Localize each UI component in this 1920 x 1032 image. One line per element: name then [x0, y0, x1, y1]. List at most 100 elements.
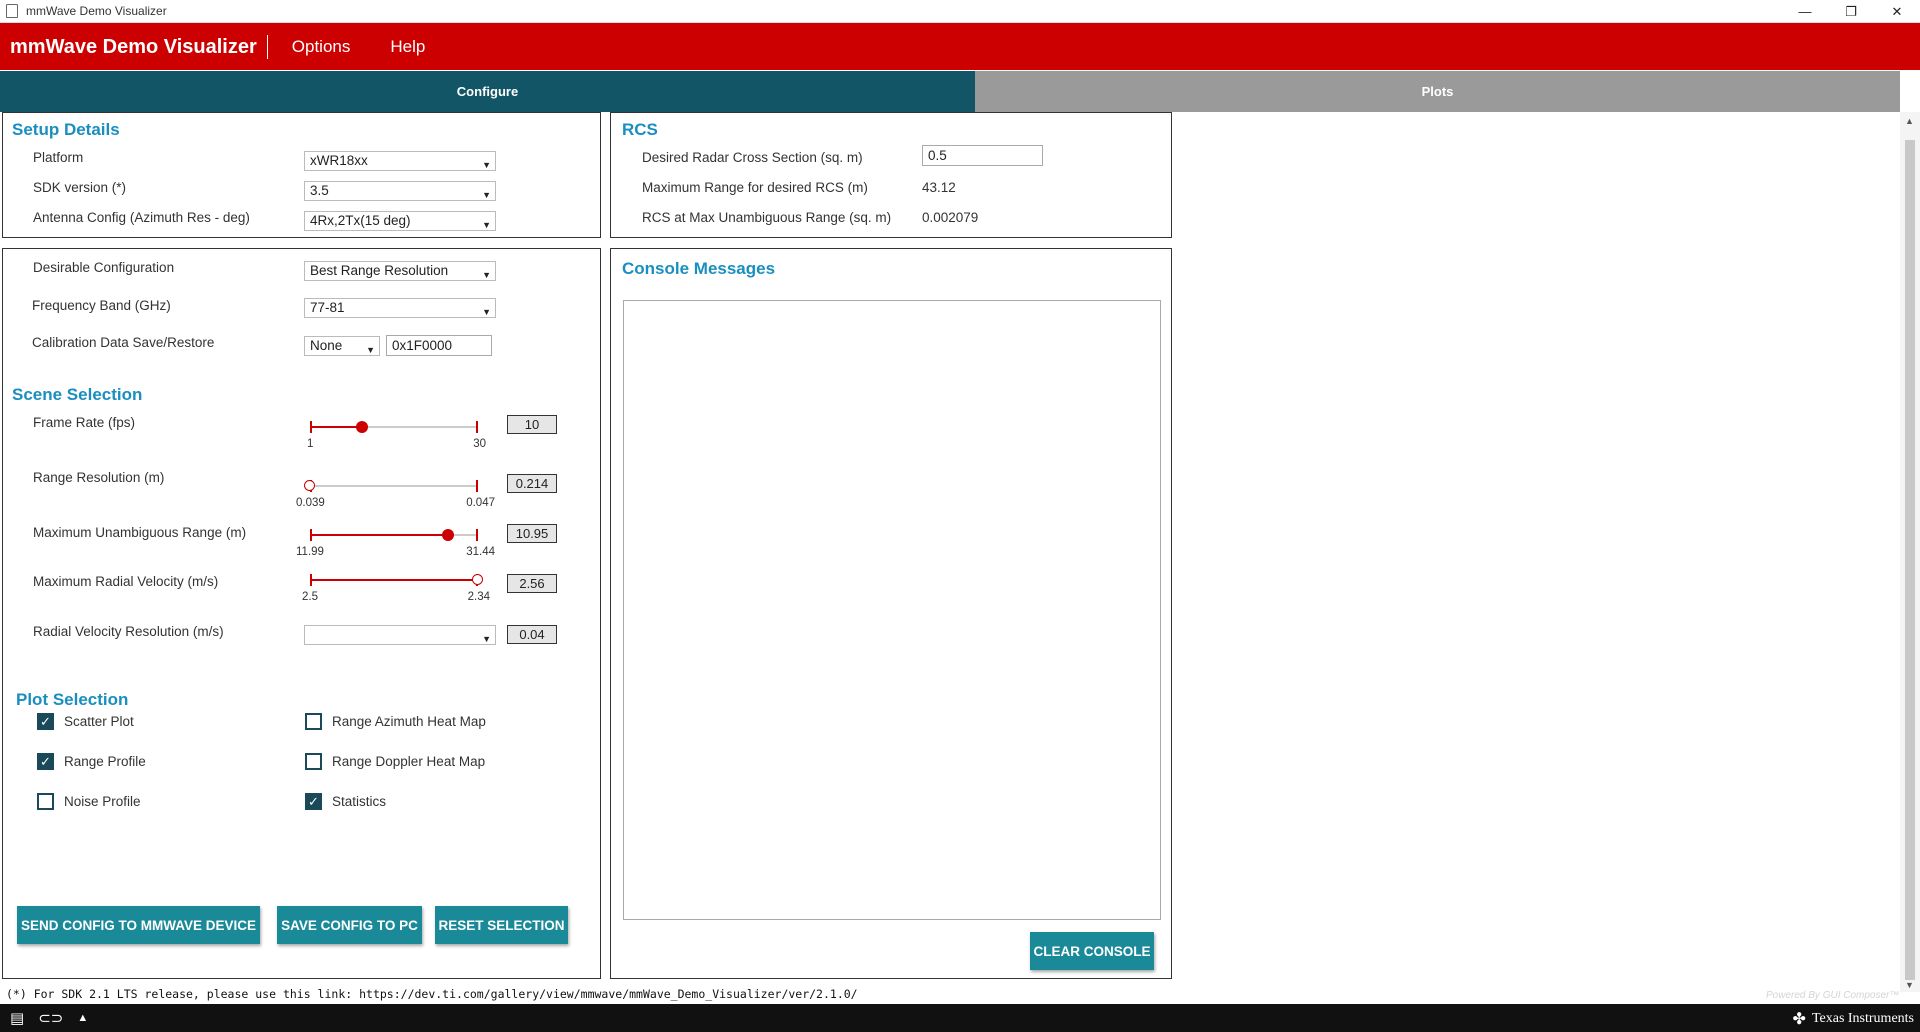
reset-selection-button[interactable]: RESET SELECTION [435, 906, 568, 944]
texas-instruments-logo: ✤ Texas Instruments [1793, 1009, 1914, 1029]
max-range-rcs-value: 43.12 [922, 180, 956, 195]
slider-thumb[interactable] [441, 529, 454, 541]
range-resolution-slider[interactable]: 0.039 0.047 [296, 477, 495, 509]
velocity-resolution-select[interactable]: ▼ [304, 625, 496, 645]
velocity-resolution-label: Radial Velocity Resolution (m/s) [33, 624, 224, 639]
ti-logo-icon: ✤ [1792, 1011, 1806, 1028]
antenna-config-select[interactable]: 4Rx,2Tx(15 deg) ▼ [304, 211, 496, 231]
slider-max-label: 31.44 [466, 546, 495, 558]
slider-thumb[interactable] [472, 574, 483, 585]
slider-thumb[interactable] [356, 421, 369, 433]
slider-min-tick [310, 574, 312, 586]
console-title: Console Messages [622, 259, 776, 278]
calibration-label: Calibration Data Save/Restore [32, 335, 215, 350]
rcs-max-range-label: RCS at Max Unambiguous Range (sq. m) [642, 210, 892, 225]
checkbox-box[interactable]: ✓ [305, 793, 322, 810]
slider-fill [310, 579, 478, 581]
send-config-button[interactable]: SEND CONFIG TO MMWAVE DEVICE [17, 906, 260, 944]
slider-thumb[interactable] [304, 480, 315, 491]
configuration-panel: Desirable Configuration Best Range Resol… [2, 248, 601, 979]
scroll-down-icon[interactable]: ▼ [1905, 980, 1914, 990]
setup-details-title: Setup Details [12, 120, 120, 139]
checkbox-label: Range Azimuth Heat Map [332, 714, 486, 729]
statistics-checkbox[interactable]: ✓ Statistics [305, 793, 386, 810]
window-title: mmWave Demo Visualizer [26, 4, 167, 18]
slider-min-label: 2.5 [302, 591, 318, 603]
noise-profile-checkbox[interactable]: Noise Profile [37, 793, 141, 810]
scroll-up-icon[interactable]: ▲ [1905, 116, 1914, 126]
checkbox-box[interactable] [37, 793, 54, 810]
checkbox-box[interactable]: ✓ [37, 753, 54, 770]
checkbox-box[interactable] [305, 713, 322, 730]
frequency-band-value: 77-81 [310, 300, 345, 315]
chevron-down-icon: ▼ [482, 634, 491, 644]
scatter-plot-checkbox[interactable]: ✓ Scatter Plot [37, 713, 134, 730]
clear-console-button[interactable]: CLEAR CONSOLE [1030, 932, 1154, 970]
caret-up-icon[interactable]: ▲ [77, 1012, 88, 1024]
max-radial-velocity-slider[interactable]: 2.5 2.34 [302, 571, 490, 603]
range-resolution-value[interactable]: 0.214 [507, 474, 557, 493]
checkbox-label: Range Profile [64, 754, 146, 769]
app-icon [6, 4, 18, 18]
restore-button[interactable]: ❐ [1828, 0, 1874, 23]
scrollbar-thumb[interactable] [1905, 140, 1915, 980]
menu-options[interactable]: Options [292, 37, 351, 57]
menu-help[interactable]: Help [390, 37, 425, 57]
desirable-config-label: Desirable Configuration [33, 260, 175, 275]
range-doppler-heatmap-checkbox[interactable]: Range Doppler Heat Map [305, 753, 485, 770]
slider-max-tick [476, 421, 478, 433]
desired-rcs-label: Desired Radar Cross Section (sq. m) [642, 150, 863, 165]
calibration-select[interactable]: None ▼ [304, 336, 380, 356]
desirable-config-select[interactable]: Best Range Resolution ▼ [304, 261, 496, 281]
frame-rate-slider[interactable]: 1 30 [307, 418, 486, 450]
slider-max-tick [476, 529, 478, 541]
max-unambiguous-range-slider[interactable]: 11.99 31.44 [296, 526, 495, 558]
minimize-button[interactable]: — [1782, 0, 1828, 23]
sdk-version-select[interactable]: 3.5 ▼ [304, 181, 496, 201]
vertical-scrollbar[interactable]: ▲ ▼ [1900, 112, 1920, 992]
slider-min-label: 0.039 [296, 497, 325, 509]
desired-rcs-input[interactable]: 0.5 [922, 145, 1043, 166]
app-brand: mmWave Demo Visualizer [0, 34, 268, 59]
checkbox-label: Scatter Plot [64, 714, 134, 729]
console-panel: Console Messages CLEAR CONSOLE [610, 248, 1172, 979]
chevron-down-icon: ▼ [482, 160, 491, 170]
rcs-title: RCS [622, 120, 658, 139]
tab-configure[interactable]: Configure [0, 71, 975, 112]
checkbox-box[interactable] [305, 753, 322, 770]
max-radial-velocity-value[interactable]: 2.56 [507, 574, 557, 593]
brand-footer: Texas Instruments [1811, 1011, 1914, 1026]
velocity-resolution-value[interactable]: 0.04 [507, 625, 557, 644]
range-resolution-label: Range Resolution (m) [33, 470, 165, 485]
calibration-address-input[interactable]: 0x1F0000 [386, 335, 492, 356]
frame-rate-value[interactable]: 10 [507, 415, 557, 434]
range-azimuth-heatmap-checkbox[interactable]: Range Azimuth Heat Map [305, 713, 486, 730]
max-range-rcs-label: Maximum Range for desired RCS (m) [642, 180, 868, 195]
connection-icon[interactable]: ⊂⊃ [38, 1009, 63, 1027]
checkbox-box[interactable]: ✓ [37, 713, 54, 730]
slider-min-label: 11.99 [296, 546, 324, 558]
save-config-button[interactable]: SAVE CONFIG TO PC [277, 906, 422, 944]
close-button[interactable]: ✕ [1874, 0, 1920, 23]
console-output[interactable] [623, 300, 1161, 920]
main-tabs: Configure Plots [0, 71, 1900, 112]
notebook-icon[interactable]: ▤ [10, 1009, 24, 1027]
platform-label: Platform [33, 150, 84, 165]
max-unambiguous-range-value[interactable]: 10.95 [507, 524, 557, 543]
slider-min-tick [310, 421, 312, 433]
tab-plots[interactable]: Plots [975, 71, 1900, 112]
max-radial-velocity-label: Maximum Radial Velocity (m/s) [33, 574, 219, 589]
max-unambiguous-range-label: Maximum Unambiguous Range (m) [33, 525, 247, 540]
plot-selection-title: Plot Selection [16, 690, 129, 709]
platform-value: xWR18xx [310, 153, 368, 168]
slider-min-label: 1 [307, 438, 314, 450]
setup-details-panel: Setup Details Platform xWR18xx ▼ SDK vers… [2, 112, 601, 238]
frame-rate-label: Frame Rate (fps) [33, 415, 136, 430]
platform-select[interactable]: xWR18xx ▼ [304, 151, 496, 171]
slider-min-tick [310, 529, 312, 541]
frequency-band-select[interactable]: 77-81 ▼ [304, 298, 496, 318]
range-profile-checkbox[interactable]: ✓ Range Profile [37, 753, 146, 770]
sdk-version-value: 3.5 [310, 183, 329, 198]
checkbox-label: Statistics [332, 794, 387, 809]
chevron-down-icon: ▼ [482, 220, 491, 230]
